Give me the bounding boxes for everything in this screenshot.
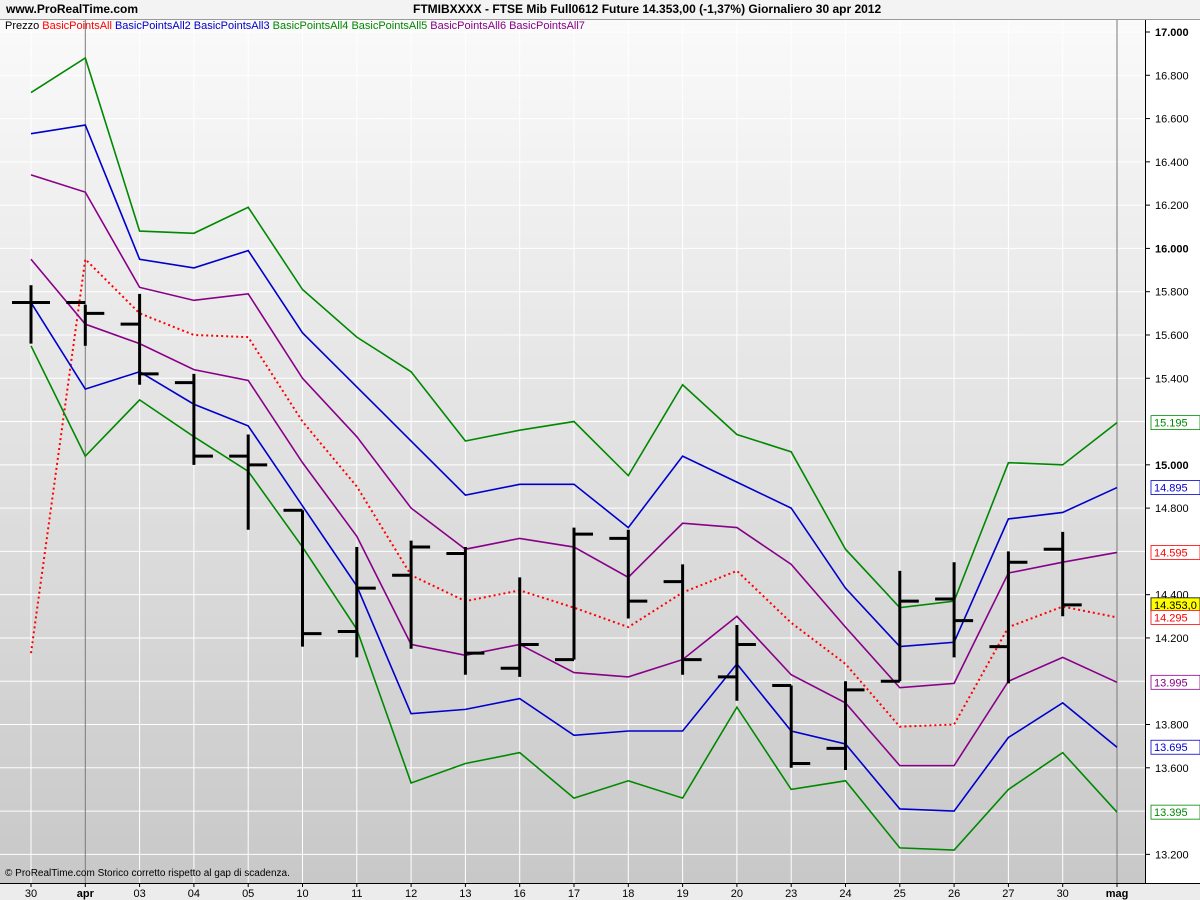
- legend-item: BasicPointsAll5: [351, 20, 428, 32]
- value-label: 13.995: [1150, 674, 1200, 690]
- price-chart[interactable]: 17.000 16.800 16.600 16.400 16.200 16.000 15.8…: [0, 0, 1200, 900]
- x-tick-label: 05: [242, 888, 254, 900]
- legend-item: Prezzo: [5, 20, 40, 32]
- x-tick-label: 04: [188, 888, 200, 900]
- y-tick-label: 13.600: [1155, 763, 1189, 775]
- y-tick-label: 16.400: [1155, 157, 1189, 169]
- value-label: 14.595: [1150, 545, 1200, 560]
- legend-item: BasicPointsAll3: [193, 20, 270, 32]
- value-label-text: 13.995: [1154, 677, 1188, 689]
- legend: Prezzo BasicPointsAll BasicPointsAll2 Basic…: [5, 20, 588, 32]
- value-label-text: 15.195: [1154, 418, 1188, 430]
- value-label-text: 14.595: [1154, 547, 1188, 559]
- x-tick-label: 10: [296, 888, 308, 900]
- x-tick-label: 30: [25, 888, 37, 900]
- value-label: 14.895: [1150, 480, 1200, 495]
- x-tick-label: apr: [77, 888, 95, 900]
- x-tick-label: 20: [731, 888, 743, 900]
- x-tick-label: 18: [622, 888, 634, 900]
- value-label: 13.695: [1150, 739, 1200, 755]
- x-tick-label: 19: [676, 888, 688, 900]
- x-tick-label: 30: [1057, 888, 1069, 900]
- x-tick-label: 27: [1002, 888, 1014, 900]
- y-tick-label: 16.600: [1155, 114, 1189, 126]
- legend-item: BasicPointsAll: [42, 20, 112, 32]
- value-label-text: 14.895: [1154, 483, 1188, 495]
- value-label-text: 14.295: [1154, 612, 1188, 624]
- value-label-text: 13.695: [1154, 742, 1188, 754]
- value-label: 14.353,0: [1150, 597, 1200, 613]
- value-label-text: 13.395: [1154, 807, 1188, 819]
- plot-area: [0, 20, 1145, 883]
- x-tick-label: 11: [351, 888, 362, 900]
- legend-item: BasicPointsAll6: [430, 20, 507, 32]
- x-tick-label: 17: [568, 888, 580, 900]
- y-tick-label: 15.800: [1155, 287, 1189, 299]
- y-tick-label: 16.200: [1155, 200, 1189, 212]
- value-label: 13.395: [1150, 804, 1200, 820]
- y-tick-label: 17.000: [1155, 27, 1189, 39]
- x-tick-label: 26: [948, 888, 960, 900]
- y-tick-label: 13.800: [1155, 720, 1189, 732]
- x-axis-panel: [0, 883, 1200, 900]
- y-tick-label: 16.800: [1155, 70, 1189, 82]
- x-tick-label: 12: [405, 888, 417, 900]
- legend-item: BasicPointsAll7: [509, 20, 585, 32]
- x-tick-label: 03: [133, 888, 145, 900]
- y-tick-label: 13.200: [1155, 849, 1189, 861]
- y-tick-label: 15.600: [1155, 330, 1189, 342]
- x-tick-label: 13: [459, 888, 471, 900]
- x-tick-label: 24: [839, 888, 851, 900]
- value-label: 14.295: [1150, 609, 1200, 625]
- y-tick-label: 16.000: [1155, 243, 1189, 255]
- y-axis[interactable]: 17.000 16.800 16.600 16.400 16.200 16.000 15.8…: [1145, 20, 1200, 883]
- x-tick-label: mag: [1106, 888, 1129, 900]
- x-axis[interactable]: 30 apr 03 04 05 10 11 12 13 16 17 18 19 20 23 24 25 26 27 3…: [0, 883, 1200, 900]
- legend-item: BasicPointsAll2: [114, 20, 191, 32]
- value-label: 15.195: [1150, 415, 1200, 431]
- legend-item: BasicPointsAll4: [272, 20, 349, 32]
- y-tick-label: 14.800: [1155, 503, 1189, 515]
- y-tick-label: 14.200: [1155, 633, 1189, 645]
- x-tick-label: 25: [894, 888, 906, 900]
- y-tick-label: 15.000: [1155, 460, 1189, 472]
- footer-note: © ProRealTime.com Storico corretto rispe…: [5, 868, 290, 879]
- x-tick-label: 23: [785, 888, 797, 900]
- y-tick-label: 15.400: [1155, 373, 1189, 385]
- x-tick-label: 16: [514, 888, 526, 900]
